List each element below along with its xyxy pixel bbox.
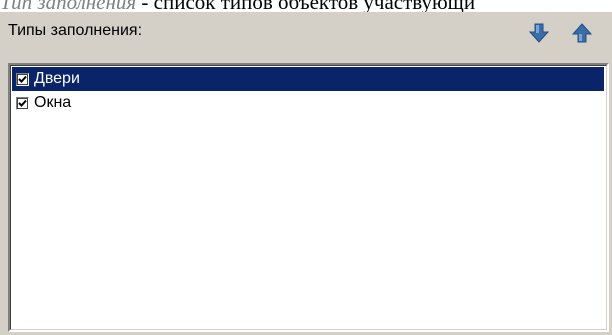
list-inner: Двери Окна	[10, 65, 607, 330]
page: Тип заполнения - список типов объектов у…	[0, 0, 612, 335]
list-item-windows[interactable]: Окна	[12, 91, 604, 115]
doors-checkbox[interactable]	[16, 72, 29, 86]
move-down-button[interactable]	[527, 22, 551, 44]
panel-title: Типы заполнения:	[8, 22, 143, 39]
arrow-down-icon	[528, 23, 550, 43]
fill-types-panel: Типы заполнения: Двери Окна	[0, 12, 612, 335]
checkmark-icon	[18, 75, 27, 83]
list-item-label: Двери	[34, 70, 80, 87]
list-item-doors[interactable]: Двери	[12, 67, 604, 91]
windows-checkbox[interactable]	[16, 96, 29, 110]
fill-types-list[interactable]: Двери Окна	[8, 63, 609, 332]
list-item-label: Окна	[34, 94, 72, 111]
move-up-button[interactable]	[570, 22, 594, 44]
panel-header: Типы заполнения:	[0, 12, 612, 52]
arrow-up-icon	[571, 23, 593, 43]
checkmark-icon	[18, 99, 27, 107]
